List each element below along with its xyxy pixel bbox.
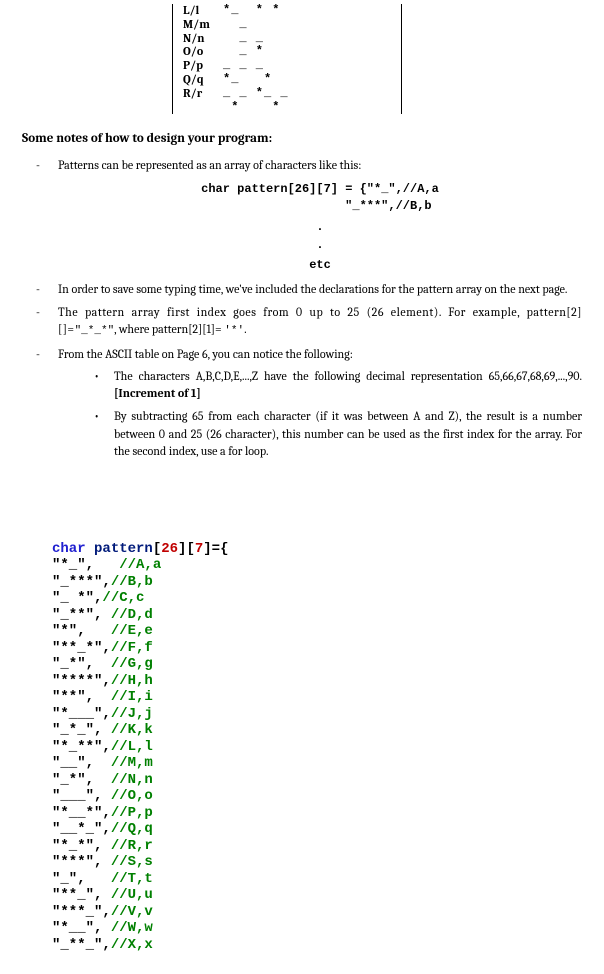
b3-code2: '*' xyxy=(224,325,244,337)
b3b: , where pattern[2][1]= xyxy=(114,322,224,336)
code-block-pattern-array: char pattern[26][7]={ "*_", //A,a "_***"… xyxy=(52,541,582,954)
row-label: Q/q xyxy=(183,73,223,87)
row-label: N/n xyxy=(183,32,223,46)
sub1-text: The characters A,B,C,D,E,...,Z have the … xyxy=(114,369,582,383)
sub1-bold: [Increment of 1] xyxy=(114,386,201,400)
bullet-declarations-next-page: In order to save some typing time, we've… xyxy=(36,281,582,298)
b3c: . xyxy=(244,322,247,336)
ident-pattern: pattern xyxy=(86,541,153,557)
row-label: L/l xyxy=(183,4,223,18)
kw-char: char xyxy=(201,182,230,196)
b3-code1: "_*_*" xyxy=(75,325,115,337)
row-pattern: _ _ *_ _ xyxy=(223,87,391,101)
bullet-index-range: The pattern array first index goes from … xyxy=(36,304,582,340)
brace-open: ]={ xyxy=(203,541,228,557)
row-pattern: _ _ _ xyxy=(223,59,391,73)
bullet-ascii-note: From the ASCII table on Page 6, you can … xyxy=(36,346,582,460)
table-row: L/l*_ * * xyxy=(183,4,391,18)
dim-7: 7 xyxy=(195,541,203,557)
table-row: N/n _ _ xyxy=(183,32,391,46)
etc-label: etc xyxy=(309,258,331,272)
row-pattern: *_ * xyxy=(223,73,391,87)
decl-row2: "_***",//B,b xyxy=(201,199,431,213)
row-pattern: * * xyxy=(223,101,391,115)
row-label: R/r xyxy=(183,87,223,101)
table-row: P/p_ _ _ xyxy=(183,59,391,73)
row-label xyxy=(183,101,223,115)
b4-text: From the ASCII table on Page 6, you can … xyxy=(58,347,353,361)
subbullet-subtract-65: By subtracting 65 from each character (i… xyxy=(94,408,582,460)
decl-mid: pattern[26][7] = { xyxy=(230,182,367,196)
table-row: M/m _ xyxy=(183,18,391,32)
table-row: * * xyxy=(183,101,391,115)
row-pattern: _ * xyxy=(223,45,391,59)
pattern-table-fragment: L/l*_ * *M/m _N/n _ _O/o _ *P/p_ _ _Q/q*… xyxy=(172,4,402,114)
code-snippet-pattern-decl: char pattern[26][7] = {"*_",//A,a "_***"… xyxy=(58,181,582,216)
dim-26: 26 xyxy=(161,541,178,557)
subbullet-decimal-repr: The characters A,B,C,D,E,...,Z have the … xyxy=(94,368,582,403)
decl-end: ,//A,a xyxy=(396,182,439,196)
ellipsis-dot: . xyxy=(58,237,582,254)
ellipsis-dot: . xyxy=(58,219,582,236)
bullet-text: Patterns can be represented as an array … xyxy=(58,158,361,172)
row-label: O/o xyxy=(183,45,223,59)
row-label: M/m xyxy=(183,18,223,32)
bullet-patterns-array: Patterns can be represented as an array … xyxy=(36,157,582,274)
table-row: O/o _ * xyxy=(183,45,391,59)
row-label: P/p xyxy=(183,59,223,73)
row-pattern: *_ * * xyxy=(223,4,391,18)
table-row: R/r_ _ *_ _ xyxy=(183,87,391,101)
table-row: Q/q*_ * xyxy=(183,73,391,87)
row-pattern: _ _ xyxy=(223,32,391,46)
row-pattern: _ xyxy=(223,18,391,32)
kw-char: char xyxy=(52,541,86,557)
section-title-notes: Some notes of how to design your program… xyxy=(22,130,582,149)
